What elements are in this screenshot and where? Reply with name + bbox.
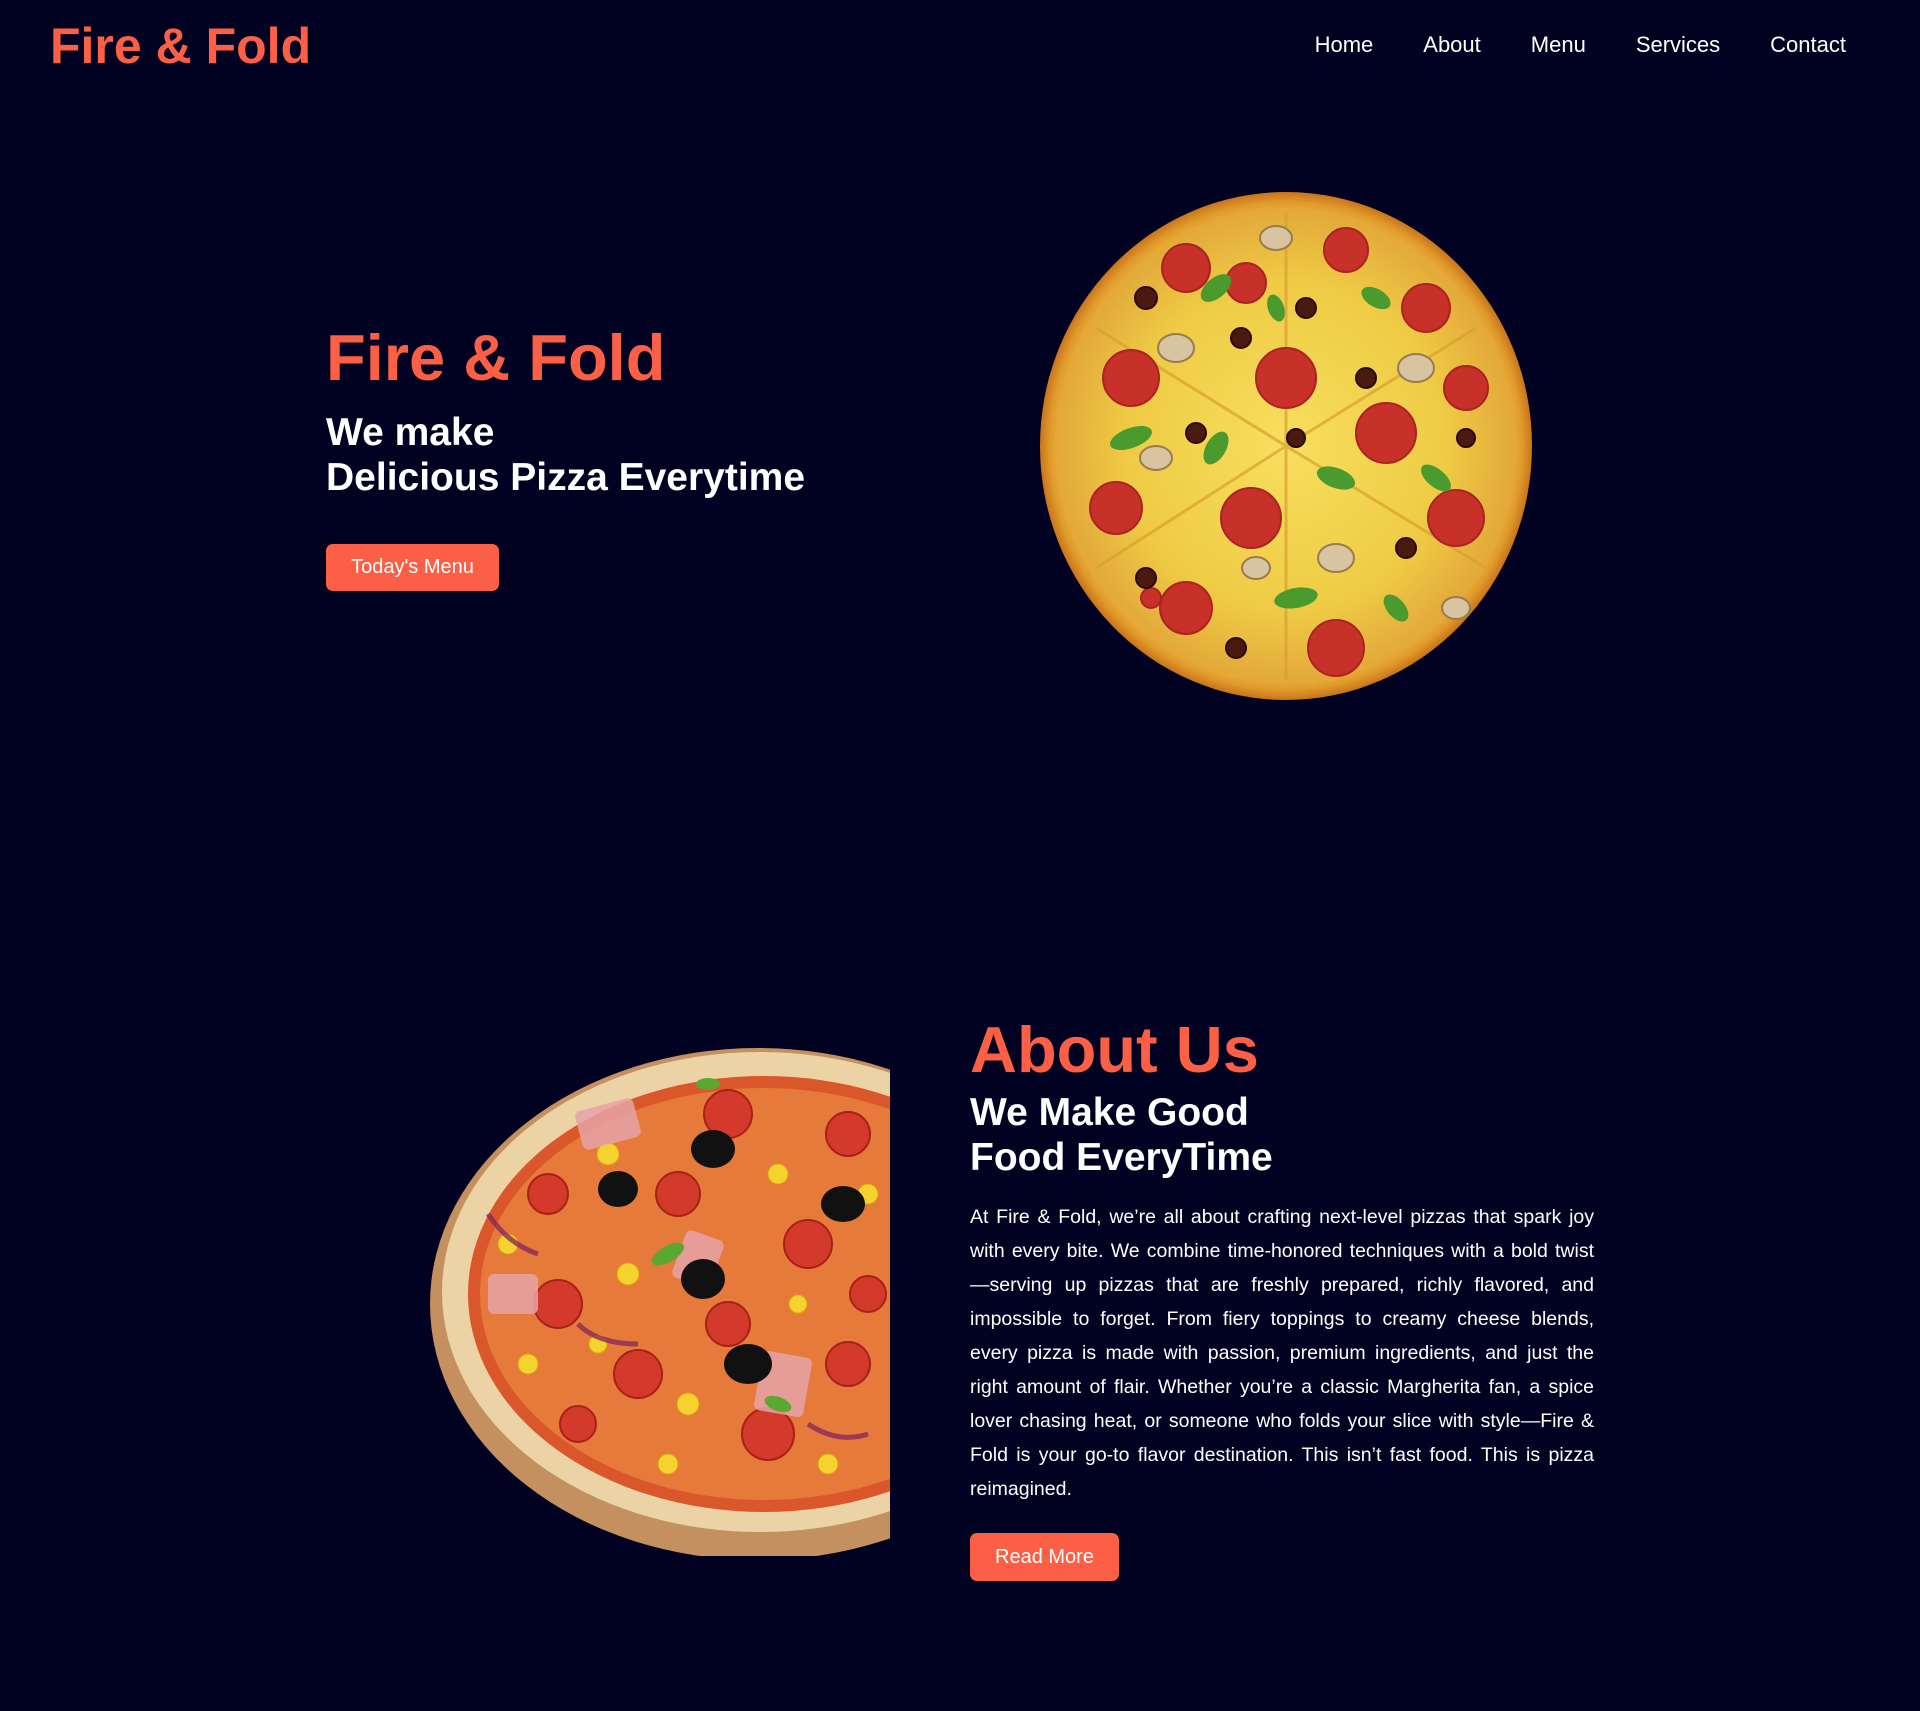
about-text: About Us We Make Good Food EveryTime At … (970, 1010, 1594, 1526)
hero-text: Fire & Fold We make Delicious Pizza Ever… (326, 318, 805, 500)
hero-subtitle-line2: Delicious Pizza Everytime (326, 456, 806, 499)
nav-contact[interactable]: Contact (1770, 30, 1846, 60)
hero-subtitle: We make Delicious Pizza Everytime (326, 410, 805, 500)
nav-services[interactable]: Services (1636, 30, 1720, 60)
main-nav: Home About Menu Services Contact (1315, 30, 1846, 60)
brand-logo[interactable]: Fire & Fold (50, 16, 311, 76)
nav-about[interactable]: About (1423, 30, 1481, 60)
todays-menu-button[interactable]: Today's Menu (326, 544, 499, 591)
read-more-button[interactable]: Read More (970, 1533, 1119, 1581)
about-subtitle-line1: We Make Good (970, 1091, 1249, 1134)
about-subtitle: We Make Good Food EveryTime (970, 1090, 1594, 1180)
about-title: About Us (970, 1013, 1259, 1086)
hero-subtitle-line1: We make (326, 411, 495, 454)
about-paragraph: At Fire & Fold, we’re all about crafting… (970, 1206, 1594, 1500)
hero-pizza-image (1040, 192, 1532, 700)
nav-home[interactable]: Home (1315, 30, 1374, 60)
about-pizza-image (430, 1048, 890, 1556)
hero-title: Fire & Fold (326, 321, 666, 394)
about-subtitle-line2: Food EveryTime (970, 1136, 1273, 1179)
nav-menu[interactable]: Menu (1531, 30, 1586, 60)
